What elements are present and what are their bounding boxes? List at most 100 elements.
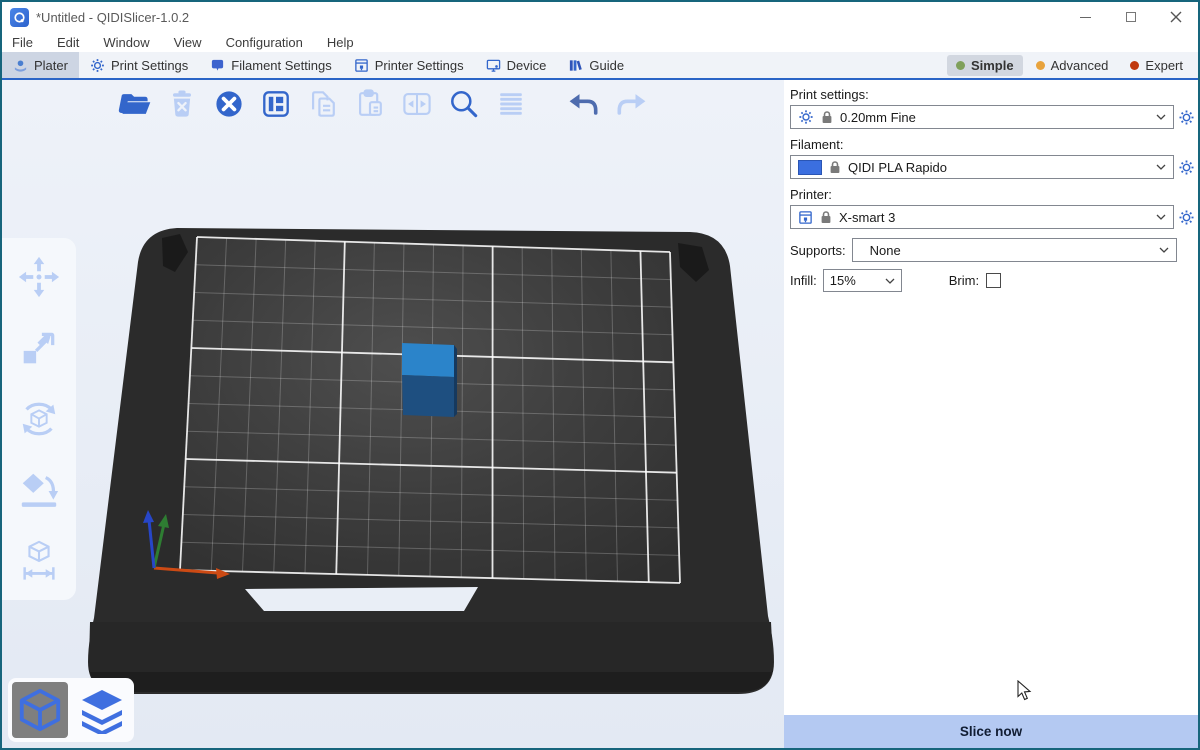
maximize-button[interactable] (1108, 2, 1153, 32)
3d-viewport[interactable] (2, 80, 784, 748)
menu-configuration[interactable]: Configuration (226, 35, 303, 50)
infill-label: Infill: (790, 273, 817, 288)
close-button[interactable] (1153, 2, 1198, 32)
menu-edit[interactable]: Edit (57, 35, 79, 50)
open-button[interactable] (116, 85, 154, 123)
scale-button[interactable] (16, 325, 62, 371)
undo-icon (566, 86, 602, 122)
tab-guide[interactable]: Guide (557, 52, 635, 78)
menu-file[interactable]: File (12, 35, 33, 50)
copy-icon (305, 86, 341, 122)
simple-dot-icon (956, 61, 965, 70)
layers-preview-icon (78, 686, 126, 734)
mouse-cursor (1017, 680, 1032, 701)
gear-icon (1178, 109, 1195, 126)
left-toolbar (2, 238, 76, 600)
filament-value: QIDI PLA Rapido (848, 160, 1149, 175)
split-button[interactable] (398, 85, 436, 123)
gear-icon (1178, 209, 1195, 226)
place-on-face-button[interactable] (16, 467, 62, 513)
printer-edit-button[interactable] (1177, 209, 1195, 226)
delete-all-icon (211, 86, 247, 122)
minimize-icon (1080, 17, 1091, 18)
move-button[interactable] (16, 254, 62, 300)
model-cube (402, 343, 457, 417)
tab-print-settings[interactable]: Print Settings (79, 52, 199, 78)
menu-window[interactable]: Window (103, 35, 149, 50)
chevron-down-icon (1159, 247, 1169, 253)
measure-button[interactable] (16, 538, 62, 584)
mode-expert[interactable]: Expert (1121, 55, 1192, 76)
search-button[interactable] (445, 85, 483, 123)
layer-list-icon (493, 86, 529, 122)
filament-color-swatch (798, 160, 822, 175)
chevron-down-icon (1156, 114, 1166, 120)
preview-layers-view-button[interactable] (74, 682, 130, 738)
brim-label: Brim: (949, 273, 979, 288)
gear-icon (90, 58, 105, 73)
supports-select[interactable]: None (852, 238, 1177, 262)
tab-printer-settings[interactable]: Printer Settings (343, 52, 475, 78)
mode-advanced[interactable]: Advanced (1027, 55, 1118, 76)
supports-label: Supports: (790, 243, 846, 258)
arrange-button[interactable] (257, 85, 295, 123)
menu-help[interactable]: Help (327, 35, 354, 50)
delete-all-button[interactable] (210, 85, 248, 123)
gear-icon (1178, 159, 1195, 176)
tab-filament-settings[interactable]: Filament Settings (199, 52, 342, 78)
infill-select[interactable]: 15% (823, 269, 902, 292)
tab-device[interactable]: Device (475, 52, 558, 78)
print-settings-select[interactable]: 0.20mm Fine (790, 105, 1174, 129)
panel-spacer (784, 292, 1198, 715)
app-logo-icon (10, 8, 29, 27)
plater-icon (13, 58, 28, 73)
bed-handle-cutout (245, 587, 478, 611)
tab-plater[interactable]: Plater (2, 52, 79, 78)
filament-edit-button[interactable] (1177, 159, 1195, 176)
slice-now-button[interactable]: Slice now (784, 715, 1198, 748)
paste-button[interactable] (351, 85, 389, 123)
mode-selector: Simple Advanced Expert (947, 52, 1198, 78)
printer-icon (798, 210, 813, 225)
expert-dot-icon (1130, 61, 1139, 70)
lock-icon (821, 110, 833, 124)
app-window: *Untitled - QIDISlicer-1.0.2 File Edit W… (0, 0, 1200, 750)
3d-view-cube-icon (17, 687, 63, 733)
lock-icon (829, 160, 841, 174)
supports-value: None (870, 243, 1152, 258)
place-on-face-icon (17, 468, 61, 512)
print-settings-label: Print settings: (790, 87, 1195, 102)
rotate-button[interactable] (16, 396, 62, 442)
redo-button[interactable] (612, 85, 650, 123)
advanced-dot-icon (1036, 61, 1045, 70)
device-icon (486, 58, 501, 73)
chevron-down-icon (1156, 214, 1166, 220)
print-settings-edit-button[interactable] (1177, 109, 1195, 126)
arrange-icon (258, 86, 294, 122)
lock-icon (820, 210, 832, 224)
open-folder-icon (117, 86, 153, 122)
close-icon (1170, 11, 1182, 23)
gear-icon (798, 109, 814, 125)
filament-select[interactable]: QIDI PLA Rapido (790, 155, 1174, 179)
menu-view[interactable]: View (174, 35, 202, 50)
undo-button[interactable] (565, 85, 603, 123)
filament-icon (210, 58, 225, 73)
printer-select[interactable]: X-smart 3 (790, 205, 1174, 229)
printer-icon (354, 58, 369, 73)
3d-editor-view-button[interactable] (12, 682, 68, 738)
minimize-button[interactable] (1063, 2, 1108, 32)
titlebar: *Untitled - QIDISlicer-1.0.2 (2, 2, 1198, 32)
layer-list-button[interactable] (492, 85, 530, 123)
split-icon (399, 86, 435, 122)
scale-icon (17, 326, 61, 370)
maximize-icon (1126, 12, 1136, 22)
copy-button[interactable] (304, 85, 342, 123)
brim-checkbox[interactable] (986, 273, 1001, 288)
paste-icon (352, 86, 388, 122)
infill-value: 15% (830, 273, 885, 288)
delete-button[interactable] (163, 85, 201, 123)
guide-icon (568, 58, 583, 73)
print-bed-scene (2, 80, 784, 748)
mode-simple[interactable]: Simple (947, 55, 1023, 76)
